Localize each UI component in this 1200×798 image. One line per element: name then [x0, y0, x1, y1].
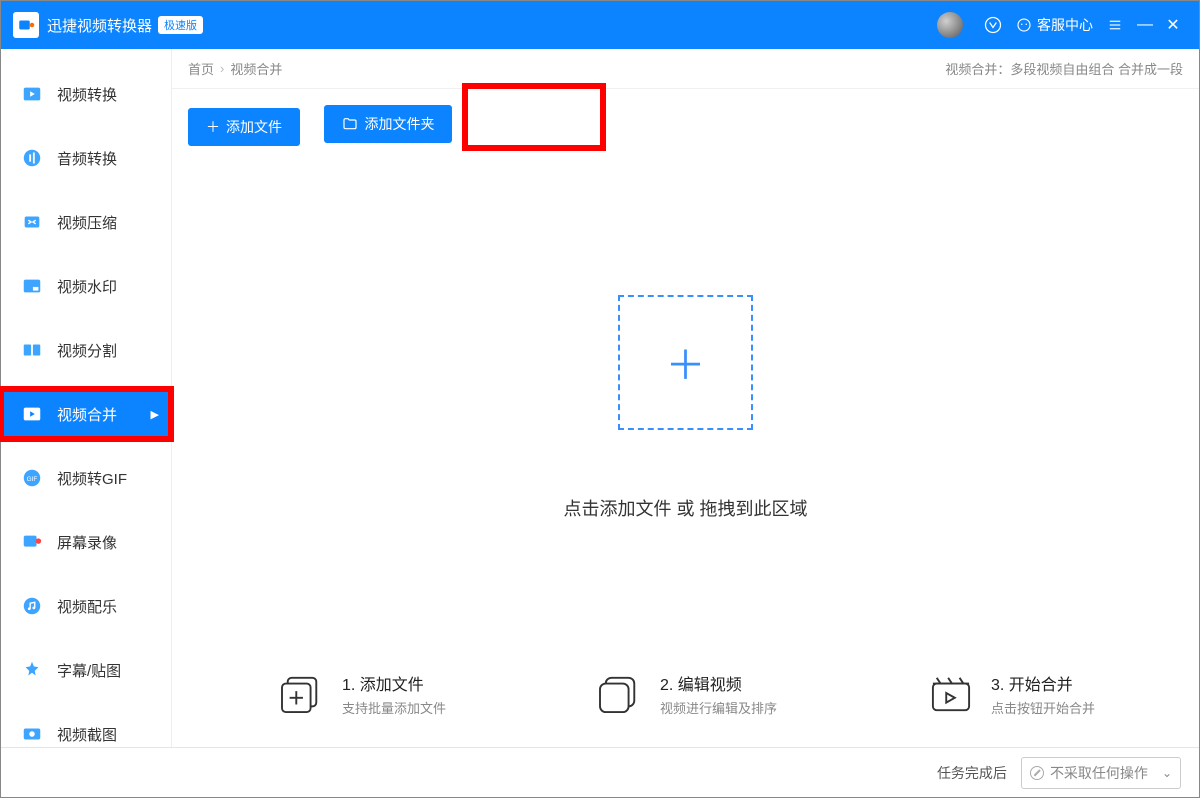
support-link[interactable]: 客服中心 [1015, 15, 1093, 35]
folder-icon [342, 116, 358, 132]
footer-label: 任务完成后 [937, 763, 1007, 783]
app-logo-icon [13, 12, 39, 38]
step-title: 3. 开始合并 [991, 671, 1095, 695]
app-edition-badge: 极速版 [158, 16, 203, 34]
steps-row: 1. 添加文件 支持批量添加文件 2. 编辑视频 视频进行编辑及排序 3. [172, 653, 1199, 747]
main-panel: 首页 › 视频合并 视频合并：多段视频自由组合 合并成一段 ＋ 添加文件 添加文… [171, 49, 1199, 747]
sidebar-item-video-convert[interactable]: 视频转换 [1, 69, 171, 119]
footer-bar: 任务完成后 不采取任何操作 ⌄ [1, 747, 1199, 797]
support-label: 客服中心 [1037, 15, 1093, 35]
add-folder-label: 添加文件夹 [364, 114, 434, 134]
breadcrumb-current: 视频合并 [230, 59, 282, 78]
post-task-action-select[interactable]: 不采取任何操作 ⌄ [1021, 757, 1181, 789]
sidebar-item-screen-record[interactable]: 屏幕录像 [1, 517, 171, 567]
video-compress-icon [19, 209, 45, 235]
close-button[interactable]: ✕ [1159, 15, 1187, 35]
sidebar-item-video-music[interactable]: 视频配乐 [1, 581, 171, 631]
title-bar: 迅捷视频转换器 极速版 客服中心 — ✕ [1, 1, 1199, 49]
drop-box[interactable]: ＋ [618, 295, 753, 430]
post-task-action-value: 不采取任何操作 [1050, 763, 1148, 783]
step-subtitle: 支持批量添加文件 [342, 698, 446, 717]
merge-step-icon [925, 673, 977, 715]
sidebar-item-label: 字幕/贴图 [57, 660, 121, 681]
breadcrumb-root[interactable]: 首页 [188, 59, 214, 78]
sidebar-item-video-split[interactable]: 视频分割 [1, 325, 171, 375]
step-subtitle: 视频进行编辑及排序 [660, 698, 777, 717]
user-avatar[interactable] [937, 12, 963, 38]
sidebar-item-video-compress[interactable]: 视频压缩 [1, 197, 171, 247]
app-title: 迅捷视频转换器 [47, 15, 152, 36]
chevron-down-icon: ⌄ [1162, 766, 1172, 780]
subtitle-icon [19, 657, 45, 683]
sidebar-item-label: 视频转GIF [57, 468, 127, 489]
video-merge-icon [19, 401, 45, 427]
highlight-annotation [462, 83, 606, 151]
drop-area[interactable]: ＋ 点击添加文件 或 拖拽到此区域 [172, 162, 1199, 653]
menu-icon[interactable] [1103, 13, 1127, 37]
drop-hint: 点击添加文件 或 拖拽到此区域 [563, 495, 807, 521]
video-split-icon [19, 337, 45, 363]
add-file-button[interactable]: ＋ 添加文件 [188, 108, 300, 146]
add-folder-button[interactable]: 添加文件夹 [324, 105, 452, 143]
sidebar-item-label: 视频合并 [57, 404, 117, 425]
sidebar-item-label: 视频截图 [57, 724, 117, 745]
add-file-label: 添加文件 [226, 117, 282, 137]
sidebar-item-subtitle-sticker[interactable]: 字幕/贴图 [1, 645, 171, 695]
sidebar-item-audio-convert[interactable]: 音频转换 [1, 133, 171, 183]
step-title: 1. 添加文件 [342, 671, 446, 695]
audio-convert-icon [19, 145, 45, 171]
svg-text:GIF: GIF [27, 476, 38, 483]
step-subtitle: 点击按钮开始合并 [991, 698, 1095, 717]
sidebar-item-label: 音频转换 [57, 148, 117, 169]
page-description: 视频合并：多段视频自由组合 合并成一段 [945, 59, 1183, 78]
step-2: 2. 编辑视频 视频进行编辑及排序 [594, 671, 777, 717]
video-watermark-icon [19, 273, 45, 299]
step-title: 2. 编辑视频 [660, 671, 777, 695]
sidebar-item-video-merge[interactable]: 视频合并 ▶ [1, 389, 171, 439]
sidebar-item-label: 视频压缩 [57, 212, 117, 233]
video-music-icon [19, 593, 45, 619]
sidebar-item-video-watermark[interactable]: 视频水印 [1, 261, 171, 311]
breadcrumb-bar: 首页 › 视频合并 视频合并：多段视频自由组合 合并成一段 [172, 49, 1199, 89]
toolbar: ＋ 添加文件 添加文件夹 [172, 89, 1199, 162]
video-convert-icon [19, 81, 45, 107]
video-gif-icon: GIF [19, 465, 45, 491]
chevron-right-icon: ▶ [151, 408, 159, 421]
no-action-icon [1030, 766, 1044, 780]
step-1: 1. 添加文件 支持批量添加文件 [276, 671, 446, 717]
sidebar-item-label: 视频水印 [57, 276, 117, 297]
sidebar-item-video-to-gif[interactable]: GIF 视频转GIF [1, 453, 171, 503]
plus-icon: ＋ [666, 333, 706, 391]
screenshot-icon [19, 721, 45, 747]
breadcrumb-sep-icon: › [220, 61, 224, 76]
step-3: 3. 开始合并 点击按钮开始合并 [925, 671, 1095, 717]
edit-step-icon [594, 673, 646, 715]
plus-icon: ＋ [206, 117, 220, 137]
minimize-button[interactable]: — [1131, 16, 1159, 34]
sidebar: 视频转换 音频转换 视频压缩 视频水印 视频分割 视频合并 ▶ GIF 视频转G… [1, 49, 171, 747]
vip-icon[interactable] [981, 13, 1005, 37]
screen-record-icon [19, 529, 45, 555]
add-file-step-icon [276, 673, 328, 715]
sidebar-item-video-screenshot[interactable]: 视频截图 [1, 709, 171, 759]
sidebar-item-label: 屏幕录像 [57, 532, 117, 553]
sidebar-item-label: 视频分割 [57, 340, 117, 361]
sidebar-item-label: 视频转换 [57, 84, 117, 105]
sidebar-item-label: 视频配乐 [57, 596, 117, 617]
